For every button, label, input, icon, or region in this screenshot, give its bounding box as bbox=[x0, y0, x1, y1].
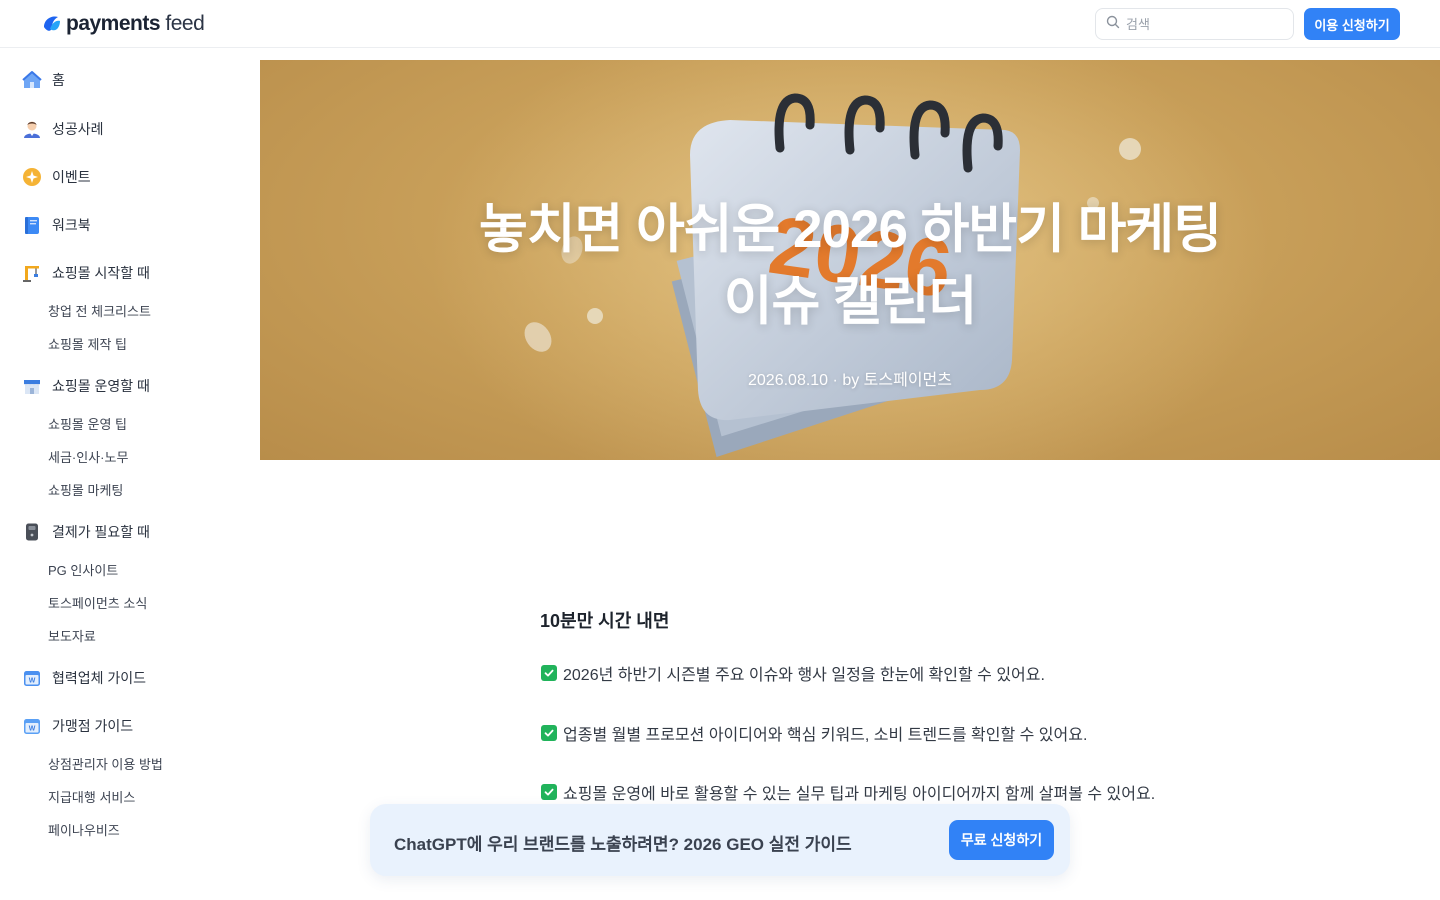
summary-point-text: 2026년 하반기 시즌별 주요 이슈와 행사 일정을 한눈에 확인할 수 있어… bbox=[563, 667, 1045, 684]
logo-text: payments feed bbox=[66, 12, 205, 36]
summary-heading: 10분만 시간 내면 bbox=[540, 611, 670, 631]
store-icon bbox=[22, 376, 42, 396]
summary-point-text: 업종별 월별 프로모션 아이디어와 핵심 키워드, 소비 트렌드를 확인할 수 … bbox=[563, 727, 1088, 744]
merchant-window-icon: W bbox=[22, 716, 42, 736]
sidebar-item-partner-guide[interactable]: W 협력업체 가이드 bbox=[22, 667, 146, 689]
sidebar-item-operate-shop[interactable]: 쇼핑몰 운영할 때 bbox=[22, 375, 150, 397]
sidebar-item-label: 협력업체 가이드 bbox=[52, 670, 147, 686]
sidebar-subitem-tosspayments-news[interactable]: 토스페이먼츠 소식 bbox=[48, 595, 147, 613]
sidebar-item-start-shop[interactable]: 쇼핑몰 시작할 때 bbox=[22, 262, 150, 284]
check-icon bbox=[541, 784, 557, 800]
sidebar-item-label: 결제가 필요할 때 bbox=[52, 524, 150, 540]
article-title: 놓치면 아쉬운 2026 하반기 마케팅 이슈 캘린더 bbox=[260, 194, 1440, 338]
search-icon bbox=[1106, 15, 1120, 34]
sidebar-subitem-pg-insight[interactable]: PG 인사이트 bbox=[48, 562, 118, 580]
sidebar-item-home[interactable]: 홈 bbox=[22, 69, 65, 91]
sidebar-item-label: 이벤트 bbox=[52, 169, 91, 185]
hero-banner: 2026 놓치면 아쉬운 2026 하반기 마케팅 이슈 캘린더 2026.08… bbox=[260, 60, 1440, 460]
home-icon bbox=[22, 70, 42, 90]
promo-banner[interactable]: ChatGPT에 우리 브랜드를 노출하려면? 2026 GEO 실전 가이드 … bbox=[370, 804, 1070, 876]
search-input[interactable] bbox=[1126, 16, 1276, 32]
apply-button[interactable]: 이용 신청하기 bbox=[1304, 8, 1400, 40]
summary-point: 업종별 월별 프로모션 아이디어와 핵심 키워드, 소비 트렌드를 확인할 수 … bbox=[541, 721, 1087, 745]
sidebar-item-events[interactable]: 이벤트 bbox=[22, 166, 91, 188]
article-date: 2026.08.10 bbox=[748, 372, 829, 389]
sidebar-subitem-store-admin-guide[interactable]: 상점관리자 이용 방법 bbox=[48, 756, 163, 774]
sidebar-item-label: 홈 bbox=[52, 72, 65, 88]
sidebar-subitem-tax-hr-labor[interactable]: 세금·인사·노무 bbox=[48, 449, 128, 467]
sidebar: 홈 성공사례 이벤트 워크북 쇼핑몰 시작할 때 창업 전 체크리스트 쇼핑몰 … bbox=[0, 48, 260, 900]
article-title-line-2: 이슈 캘린더 bbox=[723, 272, 978, 331]
top-header: payments feed 이용 신청하기 bbox=[0, 0, 1440, 48]
svg-text:W: W bbox=[29, 726, 36, 733]
sidebar-subitem-press[interactable]: 보도자료 bbox=[48, 628, 96, 646]
person-icon bbox=[22, 119, 42, 139]
star-badge-icon bbox=[22, 167, 42, 187]
sidebar-subitem-shop-building-tips[interactable]: 쇼핑몰 제작 팁 bbox=[48, 336, 127, 354]
summary-point: 2026년 하반기 시즌별 주요 이슈와 행사 일정을 한눈에 확인할 수 있어… bbox=[541, 661, 1045, 685]
sidebar-item-label: 쇼핑몰 시작할 때 bbox=[52, 265, 150, 281]
sidebar-subitem-operation-tips[interactable]: 쇼핑몰 운영 팁 bbox=[48, 416, 127, 434]
sidebar-item-merchant-guide[interactable]: W 가맹점 가이드 bbox=[22, 715, 133, 737]
free-signup-button[interactable]: 무료 신청하기 bbox=[949, 820, 1054, 860]
logo-icon bbox=[40, 13, 62, 35]
summary-point-text: 쇼핑몰 운영에 바로 활용할 수 있는 실무 팁과 마케팅 아이디어까지 함께 … bbox=[563, 786, 1156, 803]
article-title-line-1: 놓치면 아쉬운 2026 하반기 마케팅 bbox=[479, 200, 1222, 259]
search-box[interactable] bbox=[1095, 8, 1294, 40]
sidebar-item-success-stories[interactable]: 성공사례 bbox=[22, 118, 104, 140]
summary-point: 쇼핑몰 운영에 바로 활용할 수 있는 실무 팁과 마케팅 아이디어까지 함께 … bbox=[541, 780, 1155, 804]
article-meta: 2026.08.10 · by 토스페이먼츠 bbox=[260, 366, 1440, 390]
sidebar-item-label: 쇼핑몰 운영할 때 bbox=[52, 378, 150, 394]
sidebar-item-payment[interactable]: 결제가 필요할 때 bbox=[22, 521, 150, 543]
crane-icon bbox=[22, 263, 42, 283]
sidebar-item-label: 가맹점 가이드 bbox=[52, 718, 134, 734]
logo[interactable]: payments feed bbox=[40, 12, 205, 36]
svg-text:W: W bbox=[29, 678, 36, 685]
logo-text-bold: payments bbox=[66, 12, 161, 35]
check-icon bbox=[541, 665, 557, 681]
article-author: by 토스페이먼츠 bbox=[842, 372, 952, 389]
sidebar-item-label: 워크북 bbox=[52, 217, 91, 233]
card-reader-icon bbox=[22, 522, 42, 542]
promo-banner-text: ChatGPT에 우리 브랜드를 노출하려면? 2026 GEO 실전 가이드 bbox=[394, 835, 852, 854]
sidebar-item-workbook[interactable]: 워크북 bbox=[22, 214, 91, 236]
sidebar-subitem-checklist[interactable]: 창업 전 체크리스트 bbox=[48, 303, 151, 321]
sidebar-subitem-shop-marketing[interactable]: 쇼핑몰 마케팅 bbox=[48, 482, 123, 500]
meta-separator: · bbox=[832, 372, 843, 389]
book-icon bbox=[22, 215, 42, 235]
sidebar-subitem-payout-service[interactable]: 지급대행 서비스 bbox=[48, 789, 135, 807]
logo-text-light: feed bbox=[165, 12, 205, 35]
check-icon bbox=[541, 725, 557, 741]
sidebar-item-label: 성공사례 bbox=[52, 121, 104, 137]
sidebar-subitem-paynow-biz[interactable]: 페이나우비즈 bbox=[48, 822, 120, 840]
partner-window-icon: W bbox=[22, 668, 42, 688]
